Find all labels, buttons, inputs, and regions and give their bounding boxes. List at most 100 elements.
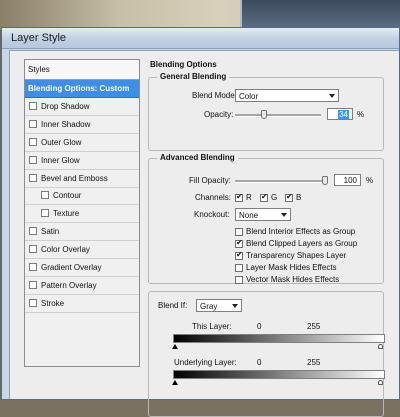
this-layer-min: 0: [257, 322, 262, 331]
channel-g-label: G: [271, 193, 278, 202]
style-enable-checkbox[interactable]: [29, 263, 37, 271]
styles-item-label: Stroke: [41, 298, 65, 308]
styles-item-label: Texture: [53, 209, 80, 219]
fill-opacity-slider-track[interactable]: [235, 180, 325, 183]
styles-item-color-overlay[interactable]: Color Overlay: [25, 241, 139, 260]
opacity-slider-track[interactable]: [235, 114, 321, 117]
option-checkbox-transparency-shapes-layer[interactable]: [235, 250, 243, 260]
option-label: Blend Interior Effects as Group: [246, 227, 356, 236]
background-window: [240, 0, 400, 30]
option-checkbox-layer-mask-hides-effects[interactable]: [235, 264, 243, 272]
styles-item-gradient-overlay[interactable]: Gradient Overlay: [25, 259, 139, 277]
blend-if-select[interactable]: Gray: [196, 299, 242, 312]
channel-b-checkbox[interactable]: [285, 192, 293, 202]
option-label: Layer Mask Hides Effects: [246, 263, 337, 272]
styles-list: Styles Blending Options: Custom Drop Shad…: [24, 59, 140, 367]
styles-item-inner-glow[interactable]: Inner Glow: [25, 152, 139, 170]
option-label: Vector Mask Hides Effects: [246, 275, 340, 284]
styles-item-satin[interactable]: Satin: [25, 223, 139, 242]
styles-item-bevel-and-emboss[interactable]: Bevel and Emboss: [25, 170, 139, 188]
option-checkbox-blend-clipped-layers-as-group[interactable]: [235, 238, 243, 248]
blend-mode-label: Blend Mode:: [192, 91, 237, 100]
underlying-layer-white-handle[interactable]: [378, 380, 383, 385]
window-title: Layer Style: [11, 32, 67, 44]
dialog-client: Styles Blending Options: Custom Drop Shad…: [9, 50, 399, 417]
styles-item-label: Pattern Overlay: [41, 280, 97, 290]
styles-item-label: Drop Shadow: [41, 101, 90, 111]
styles-item-drop-shadow[interactable]: Drop Shadow: [25, 98, 139, 116]
general-blending-title: General Blending: [157, 72, 230, 81]
styles-item-texture[interactable]: Texture: [25, 205, 139, 224]
this-layer-gradient: [173, 334, 385, 343]
styles-item-blending-options-custom[interactable]: Blending Options: Custom: [25, 80, 139, 98]
styles-item-label: Outer Glow: [41, 137, 82, 147]
style-enable-checkbox[interactable]: [29, 173, 37, 182]
opacity-input[interactable]: 34: [327, 108, 353, 120]
blend-if-value: Gray: [200, 302, 218, 311]
option-label: Blend Clipped Layers as Group: [246, 239, 358, 248]
knockout-select[interactable]: None: [235, 208, 291, 221]
option-label: Transparency Shapes Layer: [246, 251, 347, 260]
style-enable-checkbox[interactable]: [29, 280, 37, 289]
title-bar[interactable]: Layer Style: [2, 28, 399, 49]
styles-item-inner-shadow[interactable]: Inner Shadow: [25, 116, 139, 134]
channel-r-label: R: [246, 193, 252, 202]
layer-style-dialog: Layer Style Styles Blending Options: Cus…: [1, 27, 400, 417]
styles-item-label: Bevel and Emboss: [41, 173, 108, 183]
channel-g-checkbox[interactable]: [260, 192, 268, 202]
underlying-layer-gradient: [173, 370, 385, 379]
underlying-layer-max: 255: [307, 358, 321, 367]
styles-header-label: Styles: [28, 65, 50, 74]
chevron-down-icon: [329, 94, 335, 98]
style-enable-checkbox[interactable]: [29, 137, 37, 146]
blend-if-group: Blend If: Gray This Layer: 0 255 Underly…: [148, 291, 385, 417]
fill-opacity-slider-thumb[interactable]: [322, 176, 328, 185]
blending-options-heading: Blending Options: [150, 60, 217, 69]
underlying-layer-min: 0: [257, 358, 262, 367]
styles-item-contour[interactable]: Contour: [25, 187, 139, 206]
fill-opacity-label: Fill Opacity:: [189, 176, 231, 185]
advanced-blending-title: Advanced Blending: [157, 153, 238, 162]
channel-b-label: B: [296, 193, 302, 202]
styles-item-label: Inner Shadow: [41, 119, 91, 129]
this-layer-white-handle[interactable]: [378, 344, 383, 349]
advanced-blending-group: Advanced Blending Fill Opacity: 100 % Ch…: [148, 153, 384, 284]
styles-item-stroke[interactable]: Stroke: [25, 295, 139, 313]
styles-header[interactable]: Styles: [25, 60, 139, 80]
style-enable-checkbox[interactable]: [29, 245, 37, 254]
fill-opacity-input[interactable]: 100: [334, 174, 361, 186]
styles-item-label: Inner Glow: [41, 155, 80, 165]
opacity-slider-thumb[interactable]: [261, 110, 268, 119]
styles-item-label: Blending Options: Custom: [28, 84, 130, 93]
general-blending-group: General Blending Blend Mode: Color Opaci…: [148, 72, 384, 151]
this-layer-black-handle[interactable]: [172, 344, 178, 349]
opacity-value: 34: [338, 110, 349, 119]
knockout-label: Knockout:: [194, 210, 230, 219]
blend-mode-value: Color: [239, 92, 259, 101]
style-enable-checkbox[interactable]: [29, 119, 37, 128]
option-checkbox-vector-mask-hides-effects[interactable]: [235, 276, 243, 284]
underlying-layer-black-handle[interactable]: [172, 380, 178, 385]
style-enable-checkbox[interactable]: [41, 209, 49, 218]
styles-item-label: Gradient Overlay: [41, 263, 102, 272]
styles-item-outer-glow[interactable]: Outer Glow: [25, 134, 139, 152]
styles-item-label: Color Overlay: [41, 245, 90, 255]
style-enable-checkbox[interactable]: [29, 101, 37, 110]
this-layer-label: This Layer:: [192, 322, 232, 331]
chevron-down-icon: [232, 304, 238, 308]
style-enable-checkbox[interactable]: [29, 227, 37, 236]
channel-r-checkbox[interactable]: [235, 192, 243, 202]
styles-item-label: Satin: [41, 227, 60, 237]
style-enable-checkbox[interactable]: [29, 155, 37, 164]
option-checkbox-blend-interior-effects-as-group[interactable]: [235, 228, 243, 236]
fill-opacity-unit: %: [366, 176, 374, 185]
styles-item-pattern-overlay[interactable]: Pattern Overlay: [25, 277, 139, 295]
style-enable-checkbox[interactable]: [41, 191, 49, 200]
style-enable-checkbox[interactable]: [29, 298, 37, 307]
this-layer-max: 255: [307, 322, 321, 331]
styles-item-label: Contour: [53, 191, 82, 201]
channels-label: Channels:: [195, 193, 232, 202]
fill-opacity-value: 100: [343, 176, 357, 185]
blend-mode-select[interactable]: Color: [235, 89, 339, 102]
knockout-value: None: [239, 211, 259, 220]
